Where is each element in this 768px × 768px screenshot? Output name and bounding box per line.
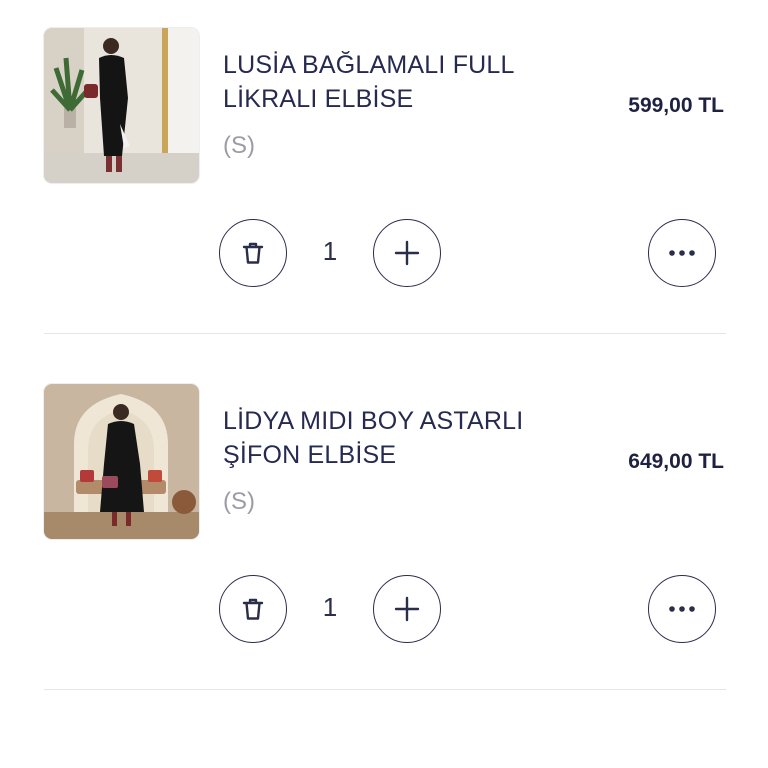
more-options-button[interactable] xyxy=(648,219,716,287)
cart-item: LİDYA MIDI BOY ASTARLI ŞİFON ELBİSE (S) … xyxy=(0,356,768,712)
increase-quantity-button[interactable] xyxy=(373,575,441,643)
product-variant: (S) xyxy=(223,488,255,515)
product-name[interactable]: LİDYA MIDI BOY ASTARLI ŞİFON ELBİSE xyxy=(223,404,563,472)
product-price: 599,00 TL xyxy=(628,94,724,117)
product-name-line: LİKRALI ELBİSE xyxy=(223,85,414,113)
product-name[interactable]: LUSİA BAĞLAMALI FULL LİKRALI ELBİSE xyxy=(223,48,563,116)
quantity-value: 1 xyxy=(322,236,338,266)
increase-quantity-button[interactable] xyxy=(373,219,441,287)
product-name-line: LİDYA MIDI BOY ASTARLI xyxy=(223,407,524,435)
trash-icon xyxy=(242,598,264,620)
more-options-icon xyxy=(669,606,695,612)
product-image[interactable] xyxy=(44,384,199,539)
delete-button[interactable] xyxy=(219,219,287,287)
product-variant: (S) xyxy=(223,132,255,159)
more-options-icon xyxy=(669,250,695,256)
more-options-button[interactable] xyxy=(648,575,716,643)
quantity-value: 1 xyxy=(322,592,338,622)
product-name-line: LUSİA BAĞLAMALI FULL xyxy=(223,51,515,79)
product-price: 649,00 TL xyxy=(628,450,724,473)
plus-icon xyxy=(394,240,420,266)
item-divider xyxy=(44,689,726,690)
product-photo-chiffon-dress-icon xyxy=(44,384,199,539)
cart-list: LUSİA BAĞLAMALI FULL LİKRALI ELBİSE (S) … xyxy=(0,0,768,768)
cart-item: LUSİA BAĞLAMALI FULL LİKRALI ELBİSE (S) … xyxy=(0,0,768,356)
plus-icon xyxy=(394,596,420,622)
item-divider xyxy=(44,333,726,334)
trash-icon xyxy=(242,242,264,264)
product-image[interactable] xyxy=(44,28,199,183)
delete-button[interactable] xyxy=(219,575,287,643)
product-name-line: ŞİFON ELBİSE xyxy=(223,441,397,469)
product-photo-black-dress-icon xyxy=(44,28,199,183)
